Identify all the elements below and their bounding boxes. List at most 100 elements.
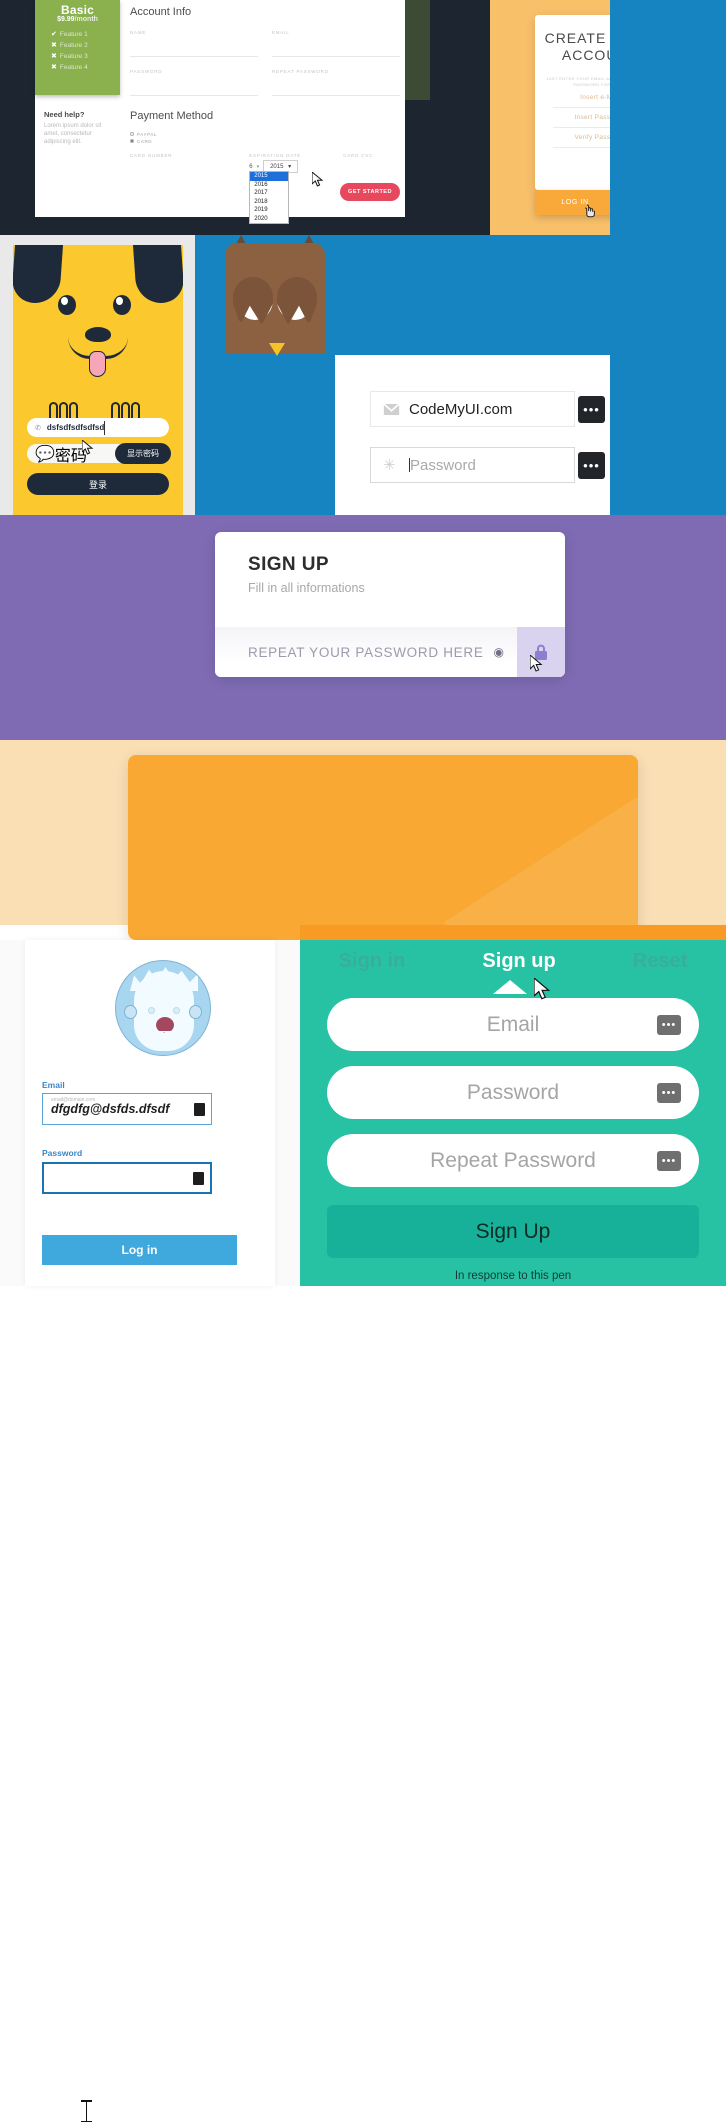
year-option[interactable]: 2019 xyxy=(250,206,288,215)
screenshot-stage: Basic $9.99/month ✔ Feature 1 ✖ Feature 2 … xyxy=(0,0,726,2122)
teal-repeat-password-badge[interactable]: ••• xyxy=(657,1150,681,1171)
payment-form-column: Account Info NAME EMAIL PASSWORD REPEAT … xyxy=(130,0,400,224)
panel-codemyui: CodeMyUI.com ••• ✳ Password ••• xyxy=(335,355,610,515)
expiration-month-value[interactable]: 6 xyxy=(249,164,252,170)
yeti-avatar xyxy=(115,960,211,1056)
radio-paypal-label: PAYPAL xyxy=(137,132,158,137)
card-number-label: CARD NUMBER xyxy=(130,153,173,158)
show-password-button[interactable]: 显示密码 xyxy=(115,443,171,464)
codemyui-email-value: CodeMyUI.com xyxy=(409,400,513,418)
field-name[interactable]: NAME xyxy=(130,30,258,57)
field-password[interactable]: PASSWORD xyxy=(130,69,258,96)
tab-reset[interactable]: Reset xyxy=(633,950,687,973)
payment-method-radios: PAYPAL CARD xyxy=(130,131,400,145)
login-button[interactable]: LOG IN xyxy=(535,190,615,215)
asterisk-icon: ✳ xyxy=(383,456,396,474)
cross-icon: ✖ xyxy=(51,64,57,71)
mouse-cursor xyxy=(583,203,597,219)
password-input[interactable] xyxy=(42,1162,212,1194)
plan-feature: ✔ Feature 1 xyxy=(51,29,120,40)
teal-email-badge[interactable]: ••• xyxy=(657,1014,681,1035)
expiration-label: EXPIRATION DATE xyxy=(249,153,302,158)
teal-password-badge[interactable]: ••• xyxy=(657,1082,681,1103)
expiration-year-value: 2015 xyxy=(270,164,284,170)
login-submit-button[interactable]: Log in xyxy=(42,1235,237,1265)
dog-eye-left xyxy=(58,295,76,315)
codemyui-email-field[interactable]: CodeMyUI.com ••• xyxy=(370,391,605,427)
password-label: Password xyxy=(42,1148,83,1158)
year-dropdown-list[interactable]: 2015 2016 2017 2018 2019 2020 xyxy=(249,171,290,224)
panel-orange-card xyxy=(0,740,726,940)
eye-icon[interactable]: ◉ xyxy=(494,645,504,659)
check-icon: ✔ xyxy=(51,31,57,38)
mouse-cursor xyxy=(82,440,94,456)
codemyui-email-badge[interactable]: ••• xyxy=(578,396,605,423)
year-option[interactable]: 2016 xyxy=(250,181,288,190)
plan-feature-label: Feature 1 xyxy=(59,31,88,38)
text-cursor-ibeam xyxy=(81,2100,92,2122)
eye-glint xyxy=(116,297,123,305)
field-name-input[interactable] xyxy=(130,35,258,57)
year-option[interactable]: 2015 xyxy=(250,172,289,181)
field-repeat-password[interactable]: REPEAT PASSWORD xyxy=(272,69,400,96)
field-card-number[interactable]: CARD NUMBER xyxy=(130,153,237,173)
year-option[interactable]: 2020 xyxy=(250,215,288,224)
plan-feature: ✖ Feature 3 xyxy=(51,51,120,62)
field-repeat-password-input[interactable] xyxy=(272,74,400,96)
get-started-button[interactable]: GET STARTED xyxy=(340,183,400,201)
dog-login-button[interactable]: 登录 xyxy=(27,473,169,495)
phone-number-input[interactable]: ✆ dsfsdfsdfsdfsd xyxy=(27,418,169,437)
radio-paypal[interactable]: PAYPAL xyxy=(130,131,400,138)
avatar-eye-right xyxy=(173,1007,180,1014)
field-email[interactable]: EMAIL xyxy=(272,30,400,57)
keyboard-icon[interactable] xyxy=(193,1171,204,1185)
dark-edge xyxy=(480,0,490,235)
mouse-cursor xyxy=(534,978,551,1001)
cross-icon: ✖ xyxy=(51,53,57,60)
card-sheen xyxy=(443,797,638,940)
active-tab-arrow xyxy=(493,980,527,994)
field-cvc[interactable]: CARD CVC xyxy=(343,153,400,173)
green-edge-strip xyxy=(405,0,430,100)
chat-icon: 💬 xyxy=(35,445,55,463)
codemyui-password-field[interactable]: ✳ Password ••• xyxy=(370,447,605,483)
year-option[interactable]: 2017 xyxy=(250,189,288,198)
dog-ear-left xyxy=(13,245,64,303)
repeat-password-field[interactable]: REPEAT YOUR PASSWORD HERE ◉ xyxy=(215,627,565,677)
plan-card-basic[interactable]: Basic $9.99/month ✔ Feature 1 ✖ Feature 2 … xyxy=(35,0,120,95)
account-row-2: PASSWORD REPEAT PASSWORD xyxy=(130,69,400,96)
row-five: Email dfgdfg@dsfds.dfsdf email@domain.co… xyxy=(0,925,726,2122)
plan-feature-label: Feature 2 xyxy=(59,42,88,49)
codemyui-password-badge[interactable]: ••• xyxy=(578,452,605,479)
radio-card[interactable]: CARD xyxy=(130,138,400,145)
tab-sign-up[interactable]: Sign up xyxy=(482,950,555,973)
phone-icon: ✆ xyxy=(35,424,41,432)
need-help-title: Need help? xyxy=(44,110,85,119)
panel-login-blue: Email dfgdfg@dsfds.dfsdf email@domain.co… xyxy=(25,940,275,1286)
avatar-ear-left xyxy=(124,1005,137,1019)
owl-beak xyxy=(269,343,285,356)
panel-dog-login: ✆ dsfsdfsdfsdfsd 💬 密码 显示密码 登录 xyxy=(13,245,183,515)
plan-price-amount: $9.99 xyxy=(57,16,75,23)
tab-sign-in[interactable]: Sign in xyxy=(339,950,406,973)
codemyui-password-placeholder: Password xyxy=(409,457,476,474)
field-email-input[interactable] xyxy=(272,35,400,57)
keyboard-icon[interactable] xyxy=(194,1102,205,1116)
plan-feature: ✖ Feature 2 xyxy=(51,40,120,51)
year-option[interactable]: 2018 xyxy=(250,198,288,207)
signup-title: SIGN UP xyxy=(248,554,329,575)
teal-signup-button[interactable]: Sign Up xyxy=(327,1205,699,1258)
signup-card: SIGN UP Fill in all informations REPEAT … xyxy=(215,532,565,677)
avatar-ear-right xyxy=(189,1005,202,1019)
payment-method-title: Payment Method xyxy=(130,110,214,122)
teal-email-field[interactable]: Email ••• xyxy=(327,998,699,1051)
account-row-1: NAME EMAIL xyxy=(130,30,400,57)
mouse-cursor xyxy=(530,655,543,673)
owl-illustration xyxy=(215,235,335,356)
orange-blank-card[interactable] xyxy=(128,755,638,940)
phone-number-value: dsfsdfsdfsdfsd xyxy=(46,423,105,432)
field-password-input[interactable] xyxy=(130,74,258,96)
dog-password-input[interactable]: 💬 密码 显示密码 xyxy=(27,443,171,465)
teal-repeat-password-field[interactable]: Repeat Password ••• xyxy=(327,1134,699,1187)
teal-password-field[interactable]: Password ••• xyxy=(327,1066,699,1119)
